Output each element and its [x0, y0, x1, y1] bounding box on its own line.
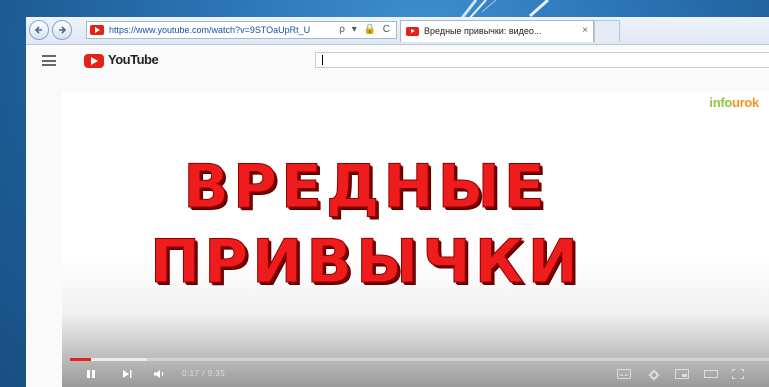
youtube-header: YouTube	[26, 45, 769, 77]
browser-toolbar: https://www.youtube.com/watch?v=9STOaUpR…	[26, 17, 769, 45]
theater-mode-icon[interactable]	[704, 369, 718, 379]
video-controls: 0:17 / 9:35	[62, 356, 769, 387]
youtube-logo-icon[interactable]	[84, 54, 104, 68]
text-cursor	[322, 55, 323, 65]
youtube-logo-text[interactable]: YouTube	[108, 52, 159, 67]
forward-button[interactable]	[52, 20, 72, 40]
search-input[interactable]	[315, 52, 769, 68]
pause-icon[interactable]	[86, 369, 96, 379]
volume-icon[interactable]	[153, 369, 167, 379]
progress-bar[interactable]	[70, 358, 769, 361]
video-player[interactable]: infourok ВРЕДНЫЕ ПРИВЫЧКИ 0:17 / 9:35	[62, 92, 769, 387]
arrow-left-icon	[34, 26, 42, 34]
next-icon[interactable]	[122, 369, 132, 379]
browser-screenshot: https://www.youtube.com/watch?v=9STOaUpR…	[26, 17, 769, 387]
menu-icon[interactable]	[42, 55, 56, 66]
video-headline-line1: ВРЕДНЫЕ	[183, 152, 549, 223]
arrow-right-icon	[59, 26, 67, 34]
fullscreen-icon[interactable]	[732, 369, 744, 379]
address-url[interactable]: https://www.youtube.com/watch?v=9STOaUpR…	[109, 22, 323, 38]
tab-active[interactable]: Вредные привычки: видео... ×	[400, 20, 594, 42]
infourok-watermark: infourok	[709, 95, 759, 110]
tab-close-icon[interactable]: ×	[582, 21, 588, 41]
tab-title: Вредные привычки: видео...	[424, 26, 542, 36]
youtube-favicon-icon	[90, 25, 104, 35]
video-headline-line2: ПРИВЫЧКИ	[149, 227, 583, 298]
new-tab-button[interactable]	[594, 20, 620, 42]
youtube-favicon-icon	[406, 27, 419, 36]
progress-played	[70, 358, 91, 361]
time-display: 0:17 / 9:35	[182, 369, 226, 378]
address-bar[interactable]: https://www.youtube.com/watch?v=9STOaUpR…	[86, 21, 397, 39]
address-bar-icons[interactable]: ρ ▾ 🔒 C	[339, 22, 392, 38]
settings-icon[interactable]	[648, 369, 660, 381]
subtitles-icon[interactable]	[617, 369, 631, 379]
miniplayer-icon[interactable]	[675, 369, 689, 379]
back-button[interactable]	[29, 20, 49, 40]
